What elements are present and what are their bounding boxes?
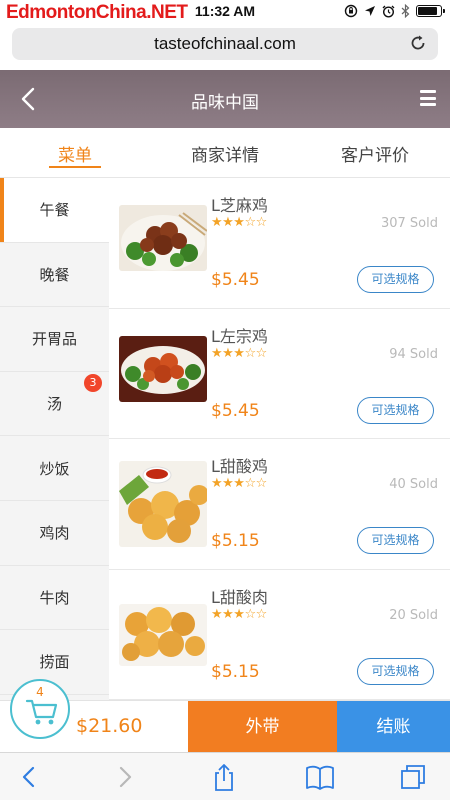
shopping-cart-icon xyxy=(25,699,58,725)
category-label: 炒饭 xyxy=(39,459,70,478)
rating-stars: ★★★☆☆ xyxy=(211,345,267,361)
menu-icon[interactable] xyxy=(420,90,436,106)
dish-item[interactable]: L左宗鸡 ★★★☆☆ 94 Sold $5.45 可选规格 xyxy=(109,309,450,439)
checkout-button[interactable]: 结账 xyxy=(337,701,450,753)
dish-item[interactable]: L甜酸肉 ★★★☆☆ 20 Sold $5.15 可选规格 xyxy=(109,570,450,700)
category-label: 开胃品 xyxy=(31,330,77,349)
category-item-fried-rice[interactable]: 炒饭 xyxy=(0,436,109,501)
rating-stars: ★★★☆☆ xyxy=(211,476,267,491)
rating-stars: ★★★☆☆ xyxy=(211,606,267,622)
dish-price: $5.15 xyxy=(211,661,260,682)
cart-bar: 4 $21.60 外带 结账 xyxy=(0,679,450,753)
takeout-button[interactable]: 外带 xyxy=(188,701,337,753)
category-label: 牛肉 xyxy=(39,588,70,607)
options-button[interactable]: 可选规格 xyxy=(357,527,434,554)
dish-photo xyxy=(119,461,207,547)
sold-count: 40 Sold xyxy=(389,477,438,492)
tabs-icon[interactable] xyxy=(399,763,429,791)
sold-count: 94 Sold xyxy=(389,346,438,362)
category-label: 捞面 xyxy=(39,653,70,672)
browser-back-icon[interactable] xyxy=(14,763,44,791)
menu-content: 午餐 晚餐 开胃品 汤3 炒饭 鸡肉 牛肉 捞面 L芝麻鸡 ★★★☆☆ 307 … xyxy=(0,178,450,700)
dish-item[interactable]: L甜酸鸡 ★★★☆☆ 40 Sold $5.15 可选规格 xyxy=(109,439,450,570)
category-item-beef[interactable]: 牛肉 xyxy=(0,566,109,631)
options-button[interactable]: 可选规格 xyxy=(357,266,434,293)
rating-stars: ★★★☆☆ xyxy=(211,215,267,230)
dish-name: L左宗鸡 xyxy=(211,326,268,346)
tab-customer-reviews[interactable]: 客户评价 xyxy=(300,128,450,177)
status-bar: EdmontonChina.NET 11:32 AM xyxy=(0,0,450,24)
category-item-appetizers[interactable]: 开胃品 xyxy=(0,307,109,372)
category-item-dinner[interactable]: 晚餐 xyxy=(0,243,109,308)
share-icon[interactable] xyxy=(209,763,239,791)
category-item-lunch[interactable]: 午餐 xyxy=(0,178,109,243)
dish-price: $5.45 xyxy=(211,270,260,290)
location-icon xyxy=(365,6,375,16)
category-item-chicken[interactable]: 鸡肉 xyxy=(0,501,109,566)
browser-toolbar xyxy=(0,752,450,800)
sold-count: 20 Sold xyxy=(389,607,438,623)
category-item-soup[interactable]: 汤3 xyxy=(0,372,109,437)
dish-name: L甜酸肉 xyxy=(211,587,268,607)
dish-photo xyxy=(119,335,207,402)
status-icons xyxy=(344,4,445,18)
url-text: tasteofchinaal.com xyxy=(154,34,296,53)
sold-count: 307 Sold xyxy=(380,216,438,231)
dish-name: L芝麻鸡 xyxy=(211,196,268,215)
dish-photo xyxy=(119,205,207,271)
dish-price: $5.45 xyxy=(211,400,260,421)
category-label: 晚餐 xyxy=(39,265,70,284)
dish-name: L甜酸鸡 xyxy=(211,457,268,476)
lock-rotation-icon xyxy=(344,4,358,18)
battery-icon xyxy=(416,5,445,17)
browser-address-bar: tasteofchinaal.com xyxy=(0,24,450,70)
category-label: 汤 xyxy=(46,395,62,414)
category-sidebar: 午餐 晚餐 开胃品 汤3 炒饭 鸡肉 牛肉 捞面 xyxy=(0,178,109,700)
tab-merchant-details[interactable]: 商家详情 xyxy=(150,128,300,177)
url-field[interactable]: tasteofchinaal.com xyxy=(12,28,438,60)
tab-bar: 菜单 商家详情 客户评价 xyxy=(0,128,450,178)
dish-photo xyxy=(119,603,207,666)
category-label: 午餐 xyxy=(39,201,70,220)
bookmarks-icon[interactable] xyxy=(305,763,335,791)
page-title: 品味中国 xyxy=(191,93,259,113)
browser-forward-icon[interactable] xyxy=(110,763,140,791)
tab-menu[interactable]: 菜单 xyxy=(0,128,150,177)
app-header: 品味中国 xyxy=(0,70,450,128)
options-button[interactable]: 可选规格 xyxy=(357,657,434,685)
cart-total: $21.60 xyxy=(76,715,143,737)
category-badge: 3 xyxy=(84,373,102,392)
options-button[interactable]: 可选规格 xyxy=(357,396,434,424)
dish-list: L芝麻鸡 ★★★☆☆ 307 Sold $5.45 可选规格 L左宗鸡 ★★★☆ xyxy=(109,178,450,700)
cart-button[interactable]: 4 xyxy=(10,679,70,739)
dish-price: $5.15 xyxy=(211,531,260,551)
reload-icon[interactable] xyxy=(408,33,428,53)
category-label: 鸡肉 xyxy=(39,524,70,543)
bluetooth-icon xyxy=(401,4,410,18)
alarm-icon xyxy=(382,5,395,18)
dish-item[interactable]: L芝麻鸡 ★★★☆☆ 307 Sold $5.45 可选规格 xyxy=(109,178,450,309)
